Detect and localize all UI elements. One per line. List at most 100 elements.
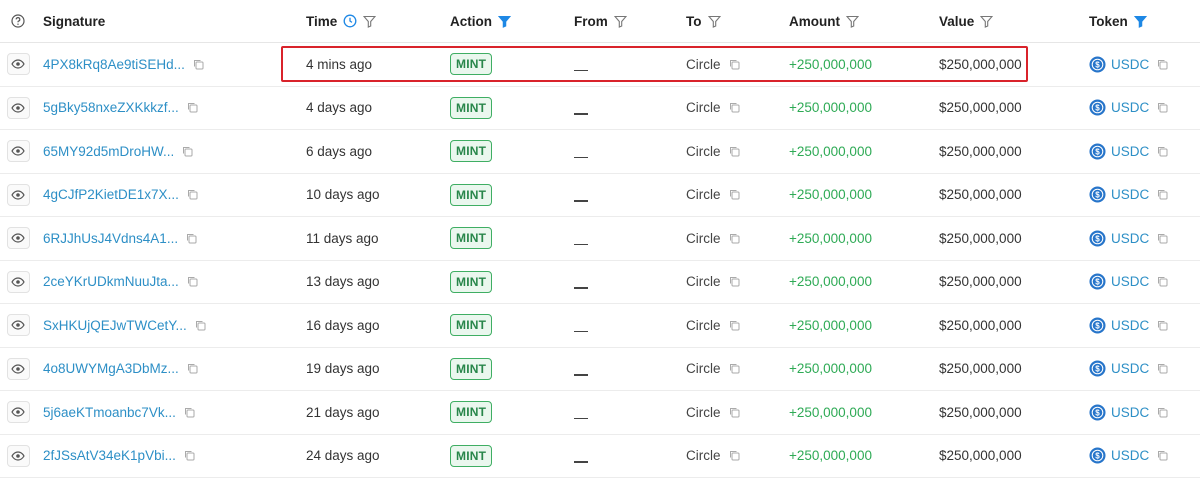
copy-icon[interactable] — [182, 146, 193, 157]
copy-icon[interactable] — [729, 276, 740, 287]
copy-icon[interactable] — [184, 407, 195, 418]
filter-icon[interactable] — [707, 15, 721, 28]
copy-icon[interactable] — [729, 233, 740, 244]
copy-icon[interactable] — [1157, 102, 1168, 113]
eye-icon[interactable] — [6, 401, 30, 424]
signature-link[interactable]: 5j6aeKTmoanbc7Vk... — [43, 405, 176, 420]
view-details-button[interactable] — [6, 174, 30, 217]
token-link[interactable]: USDC — [1111, 144, 1149, 159]
token-link[interactable]: USDC — [1111, 361, 1149, 376]
amount-cell: +250,000,000 — [789, 274, 872, 290]
copy-icon[interactable] — [1157, 146, 1168, 157]
copy-icon[interactable] — [1157, 276, 1168, 287]
copy-icon[interactable] — [1157, 363, 1168, 374]
token-link[interactable]: USDC — [1111, 57, 1149, 72]
from-cell — [574, 174, 588, 217]
eye-icon[interactable] — [6, 53, 30, 76]
empty-dash — [574, 113, 588, 115]
view-details-button[interactable] — [6, 435, 30, 478]
signature-link[interactable]: SxHKUjQEJwTWCetY... — [43, 318, 187, 333]
help-icon[interactable] — [6, 0, 30, 42]
header-signature: Signature — [43, 13, 106, 29]
empty-dash — [574, 69, 588, 71]
signature-link[interactable]: 4PX8kRq8Ae9tiSEHd... — [43, 57, 185, 72]
amount-cell: +250,000,000 — [789, 187, 872, 203]
eye-icon[interactable] — [6, 227, 30, 250]
signature-link[interactable]: 4gCJfP2KietDE1x7X... — [43, 187, 179, 202]
signature-cell: 4o8UWYMgA3DbMz... — [43, 348, 198, 391]
view-details-button[interactable] — [6, 43, 30, 86]
from-cell — [574, 217, 588, 260]
eye-icon[interactable] — [6, 270, 30, 293]
eye-icon[interactable] — [6, 314, 30, 337]
copy-icon[interactable] — [1157, 320, 1168, 331]
eye-icon[interactable] — [6, 96, 30, 119]
copy-icon[interactable] — [729, 102, 740, 113]
copy-icon[interactable] — [1157, 59, 1168, 70]
action-cell: MINT — [450, 217, 493, 260]
eye-icon[interactable] — [6, 357, 30, 380]
token-link[interactable]: USDC — [1111, 405, 1149, 420]
usdc-icon: $ — [1089, 186, 1106, 203]
copy-icon[interactable] — [187, 276, 198, 287]
filter-icon[interactable] — [980, 15, 994, 28]
signature-cell: 2ceYKrUDkmNuuJta... — [43, 261, 198, 304]
copy-icon[interactable] — [186, 233, 197, 244]
eye-icon[interactable] — [6, 444, 30, 467]
token-link[interactable]: USDC — [1111, 274, 1149, 289]
copy-icon[interactable] — [1157, 189, 1168, 200]
copy-icon[interactable] — [193, 59, 204, 70]
table-row: 4gCJfP2KietDE1x7X... 10 days ago MINT Ci… — [0, 174, 1200, 217]
copy-icon[interactable] — [1157, 233, 1168, 244]
view-details-button[interactable] — [6, 348, 30, 391]
view-details-button[interactable] — [6, 261, 30, 304]
header-value: Value — [939, 0, 994, 42]
action-cell: MINT — [450, 174, 493, 217]
eye-icon[interactable] — [6, 140, 30, 163]
copy-icon[interactable] — [195, 320, 206, 331]
filter-active-icon[interactable] — [1133, 15, 1147, 28]
token-link[interactable]: USDC — [1111, 187, 1149, 202]
signature-link[interactable]: 65MY92d5mDroHW... — [43, 144, 174, 159]
view-details-button[interactable] — [6, 130, 30, 173]
copy-icon[interactable] — [1157, 407, 1168, 418]
copy-icon[interactable] — [729, 189, 740, 200]
clock-icon[interactable] — [343, 14, 357, 28]
copy-icon[interactable] — [729, 59, 740, 70]
view-details-button[interactable] — [6, 304, 30, 347]
token-link[interactable]: USDC — [1111, 100, 1149, 115]
token-link[interactable]: USDC — [1111, 448, 1149, 463]
action-badge: MINT — [450, 314, 493, 337]
value-cell: $250,000,000 — [939, 361, 1022, 377]
copy-icon[interactable] — [184, 450, 195, 461]
copy-icon[interactable] — [187, 189, 198, 200]
signature-link[interactable]: 2ceYKrUDkmNuuJta... — [43, 274, 179, 289]
view-details-button[interactable] — [6, 217, 30, 260]
signature-link[interactable]: 2fJSsAtV34eK1pVbi... — [43, 448, 176, 463]
copy-icon[interactable] — [187, 102, 198, 113]
copy-icon[interactable] — [729, 407, 740, 418]
copy-icon[interactable] — [187, 363, 198, 374]
view-details-button[interactable] — [6, 391, 30, 434]
view-details-button[interactable] — [6, 87, 30, 130]
signature-link[interactable]: 5gBky58nxeZXKkkzf... — [43, 100, 179, 115]
filter-icon[interactable] — [363, 15, 377, 28]
signature-link[interactable]: 6RJJhUsJ4Vdns4A1... — [43, 231, 178, 246]
filter-icon[interactable] — [846, 15, 859, 28]
amount-cell: +250,000,000 — [789, 361, 872, 377]
copy-icon[interactable] — [1157, 450, 1168, 461]
svg-text:$: $ — [1095, 321, 1100, 330]
filter-icon[interactable] — [613, 15, 627, 28]
filter-active-icon[interactable] — [498, 15, 511, 28]
copy-icon[interactable] — [729, 146, 740, 157]
copy-icon[interactable] — [729, 363, 740, 374]
action-badge: MINT — [450, 183, 493, 206]
copy-icon[interactable] — [729, 320, 740, 331]
token-link[interactable]: USDC — [1111, 231, 1149, 246]
table-header: Signature Time Action From To Amount Val… — [0, 0, 1200, 43]
eye-icon[interactable] — [6, 183, 30, 206]
copy-icon[interactable] — [729, 450, 740, 461]
signature-link[interactable]: 4o8UWYMgA3DbMz... — [43, 361, 179, 376]
action-cell: MINT — [450, 391, 493, 434]
token-link[interactable]: USDC — [1111, 318, 1149, 333]
